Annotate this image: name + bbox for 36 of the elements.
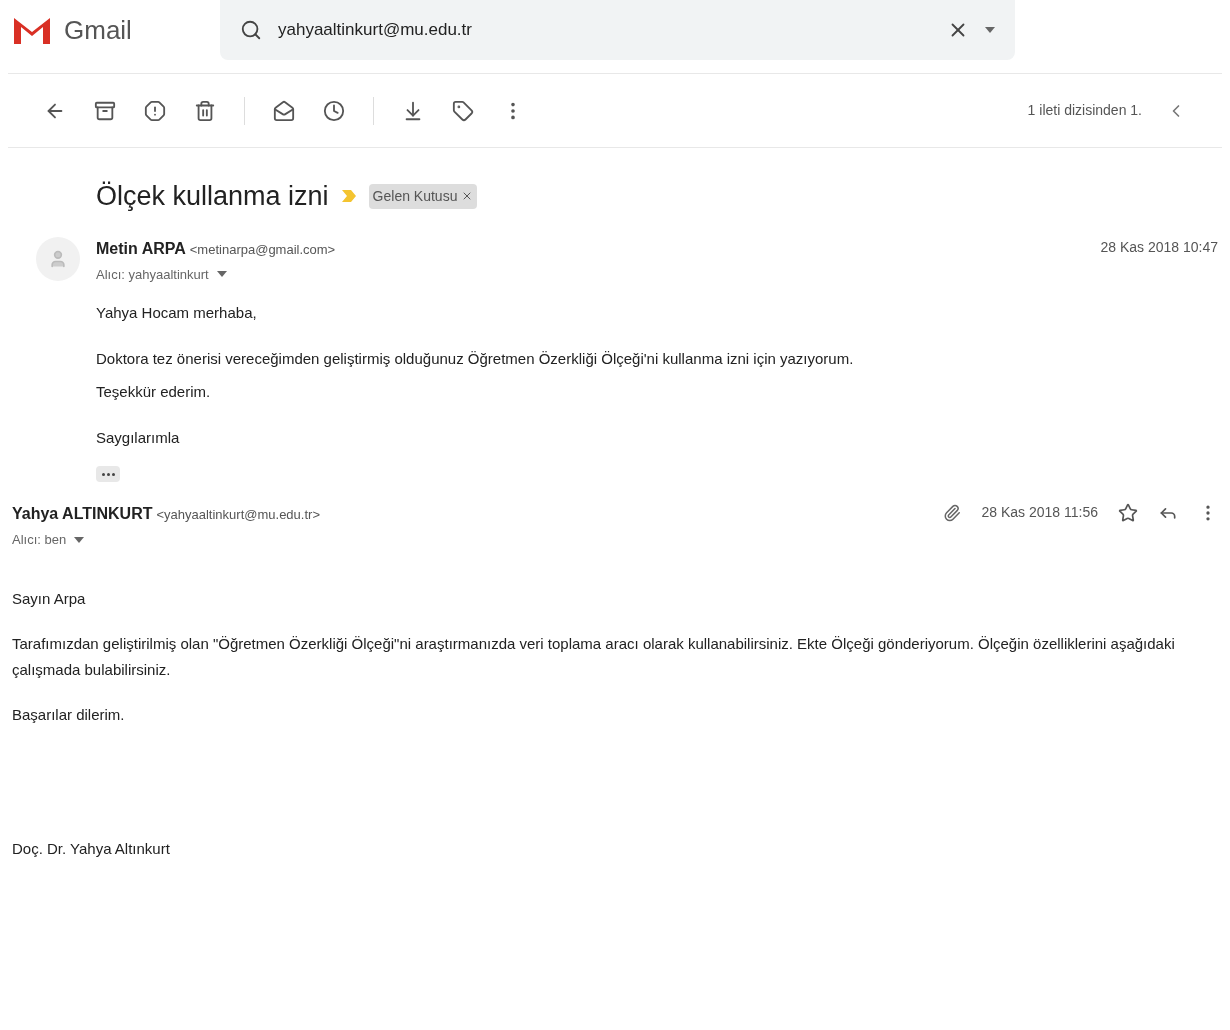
- recipient-label: Alıcı: ben: [12, 531, 67, 549]
- body-text: Saygılarımla: [96, 427, 181, 448]
- app-name: Gmail: [64, 13, 132, 47]
- body-text: Teşekkür ederim.: [96, 382, 212, 402]
- person-icon: [48, 248, 68, 269]
- label-icon[interactable]: [452, 99, 474, 122]
- clock-icon[interactable]: [323, 99, 345, 122]
- star-icon[interactable]: [1118, 502, 1138, 523]
- body-text: Doktora tez önerisi vereceğimden geliştirmiş olduğunuz Öğretmen Özerkliği Ölçeği'ni kullanma izni için yazıyorum.: [96, 348, 855, 369]
- search-icon[interactable]: [240, 19, 262, 41]
- message-date: 28 Kas 2018 10:47: [1100, 237, 1218, 257]
- body-text: Yahya Hocam merhaba,: [96, 303, 258, 323]
- signature-text: Doç. Dr. Yahya Altınkurt: [12, 838, 171, 859]
- pagination-text: 1 ileti dizisinden 1.: [1027, 101, 1142, 120]
- show-trimmed-button[interactable]: [96, 466, 120, 482]
- report-spam-icon[interactable]: [144, 99, 166, 122]
- label-text: Gelen Kutusu: [372, 186, 458, 206]
- subject-title: Ölçek kullanma izni: [96, 180, 329, 213]
- sender-name: Metin ARPA: [96, 238, 186, 259]
- body-text: Başarılar dilerim.: [12, 705, 126, 725]
- search-input[interactable]: yahyaaltinkurt@mu.edu.tr: [278, 17, 931, 43]
- sender-email: <metinarpa@gmail.com>: [189, 240, 336, 259]
- mark-unread-icon[interactable]: [273, 99, 295, 122]
- message-date: 28 Kas 2018 11:56: [981, 503, 1098, 522]
- sender-name: Yahya ALTINKURT: [12, 504, 153, 524]
- body-text: Tarafımızdan geliştirilmiş olan "Öğretmen Özerkliği Ölçeği"ni araştırmanızda veri toplama aracı olarak kullanabilirsiniz. Ekte Ölçeği gönderiyorum. Ölçeğin özelliklerini aşağıdaki çalışmada bulabilirsiniz.: [12, 634, 1176, 680]
- archive-icon[interactable]: [94, 99, 116, 122]
- dropdown-arrow-icon[interactable]: [74, 536, 85, 543]
- dropdown-arrow-icon[interactable]: [985, 27, 995, 33]
- sender-email: <yahyaaltinkurt@mu.edu.tr>: [156, 506, 320, 524]
- body-text: Sayın Arpa: [12, 588, 87, 609]
- importance-marker-icon: [340, 188, 357, 205]
- search-field[interactable]: yahyaaltinkurt@mu.edu.tr: [220, 0, 1015, 60]
- recipient-label: Alıcı: yahyaaltinkurt: [96, 265, 209, 284]
- dropdown-arrow-icon[interactable]: [216, 271, 227, 278]
- delete-icon[interactable]: [194, 99, 216, 122]
